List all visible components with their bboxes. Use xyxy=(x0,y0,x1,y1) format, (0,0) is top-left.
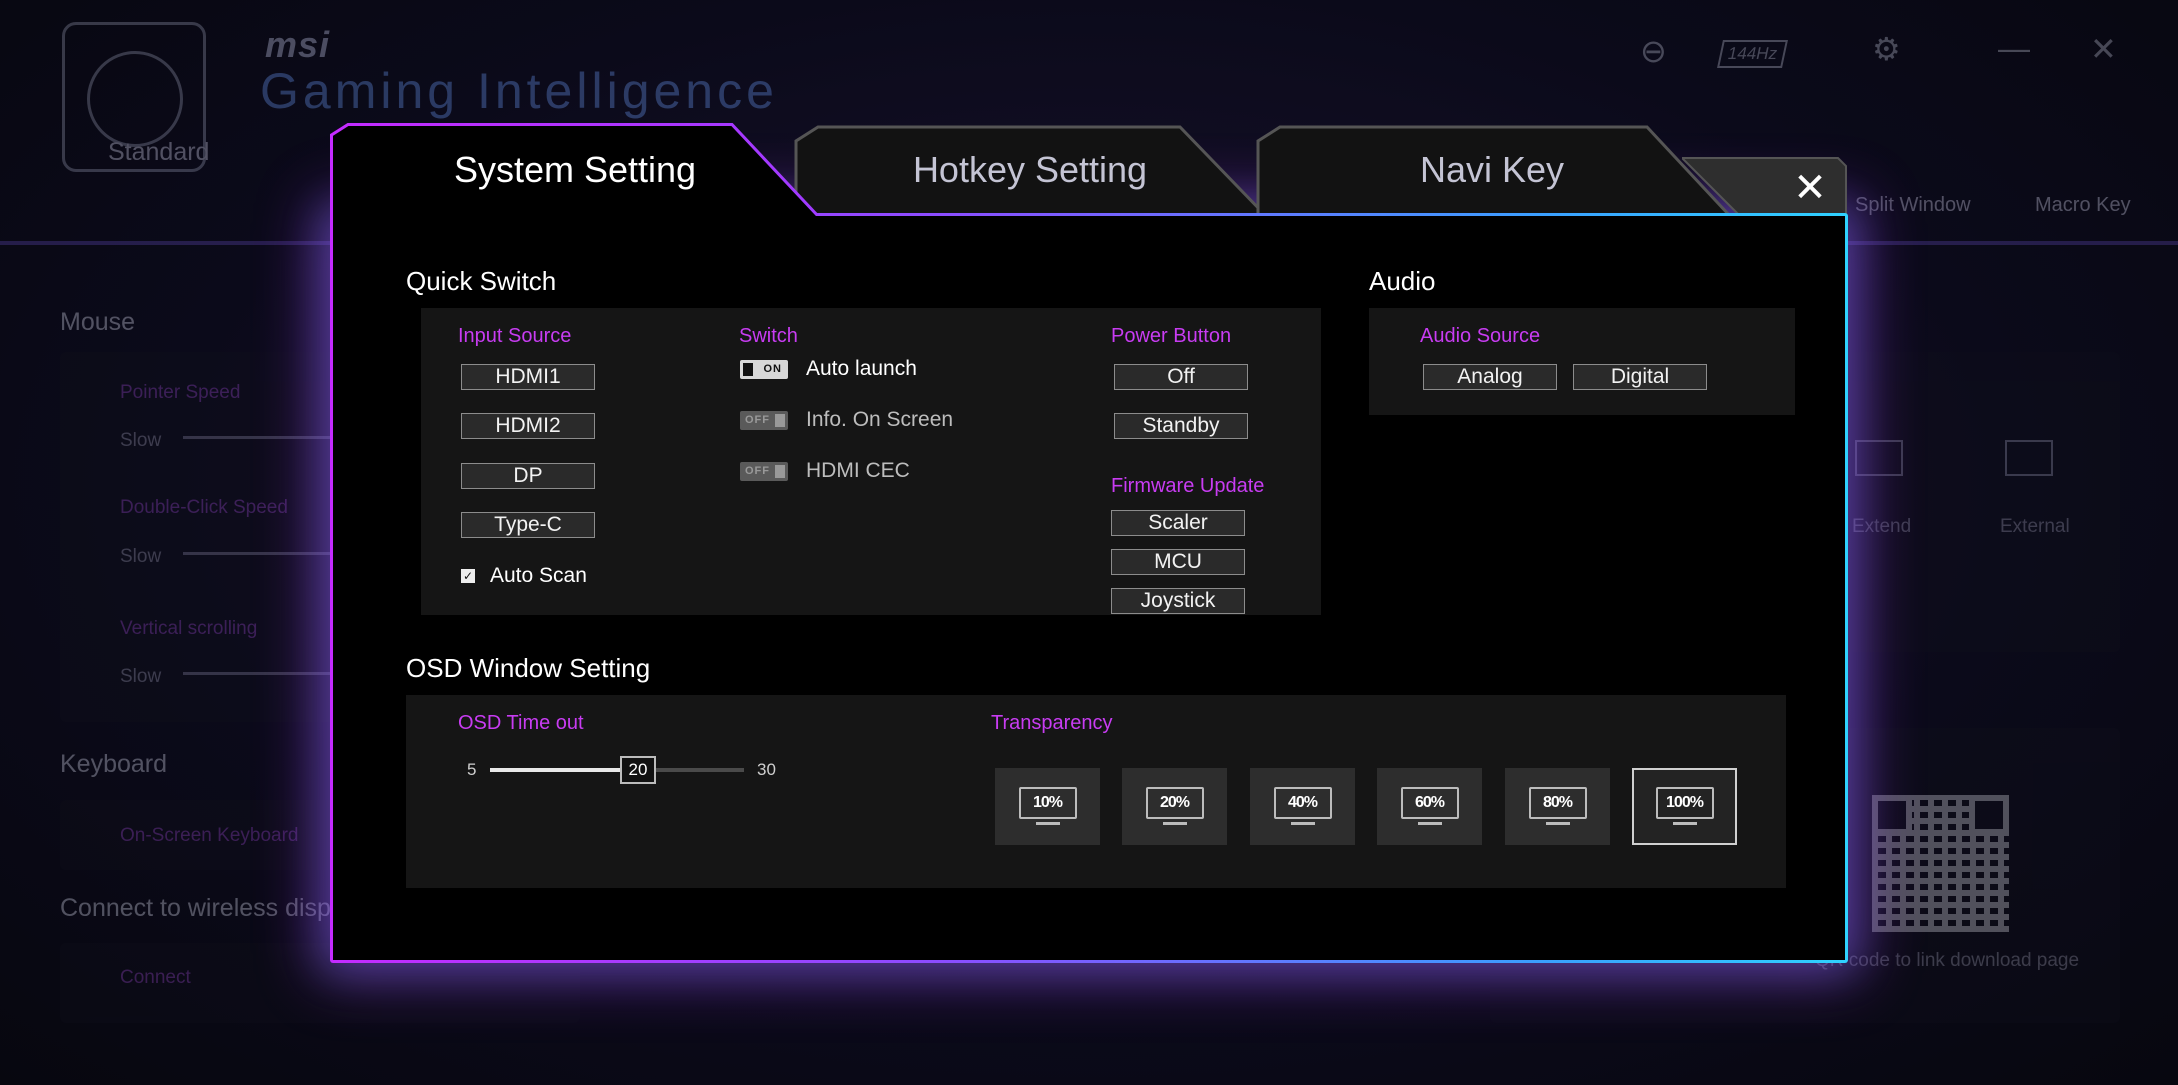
system-setting-dialog: Hotkey Setting Navi Key ✕ System Setting xyxy=(330,123,1848,963)
tab-navi-label: Navi Key xyxy=(1419,148,1565,190)
brand-logo: msi xyxy=(265,24,331,65)
firmware-update-label: Firmware Update xyxy=(1111,475,1265,497)
auto-scan-checkbox[interactable]: ✓ xyxy=(461,569,475,583)
close-app-icon[interactable]: ✕ xyxy=(2090,30,2117,68)
firmware-mcu-button[interactable]: MCU xyxy=(1111,549,1245,575)
qr-caption: QR code to link download page xyxy=(1815,950,2080,971)
external-label: External xyxy=(2000,516,2070,537)
tab-hotkey-label: Hotkey Setting xyxy=(912,148,1148,190)
auto-launch-toggle[interactable]: ON xyxy=(740,359,788,379)
monitor-icon: 80% xyxy=(1528,786,1587,827)
tab-hotkey-setting[interactable]: Hotkey Setting xyxy=(790,123,1270,216)
hdmi-cec-row: OFF HDMI CEC xyxy=(740,459,910,483)
input-source-label: Input Source xyxy=(458,325,572,347)
firmware-joystick-button[interactable]: Joystick xyxy=(1111,588,1245,614)
pointer-speed-slider[interactable] xyxy=(183,436,333,439)
extend-monitor-icon[interactable] xyxy=(1855,440,1903,476)
osd-timeout-thumb[interactable]: 20 xyxy=(620,756,656,784)
osd-window-title: OSD Window Setting xyxy=(406,653,651,683)
transparency-100-button[interactable]: 100% xyxy=(1632,768,1737,845)
close-icon[interactable]: ✕ xyxy=(1790,168,1830,208)
display-mode-panel xyxy=(1830,352,2120,652)
tab-standard[interactable]: Standard xyxy=(108,138,209,248)
vertical-scroll-slider[interactable] xyxy=(183,672,333,675)
auto-launch-row: ON Auto launch xyxy=(740,357,917,381)
refresh-rate-badge[interactable]: 144Hz xyxy=(1717,40,1789,68)
timeout-max-label: 30 xyxy=(757,760,776,779)
connect-label[interactable]: Connect xyxy=(120,967,191,989)
input-typec-button[interactable]: Type-C xyxy=(461,512,595,538)
slow-label: Slow xyxy=(120,430,162,451)
firmware-scaler-button[interactable]: Scaler xyxy=(1111,510,1245,536)
transparency-10-button[interactable]: 10% xyxy=(995,768,1100,845)
external-monitor-icon[interactable] xyxy=(2005,440,2053,476)
audio-digital-button[interactable]: Digital xyxy=(1573,364,1707,390)
quick-switch-title: Quick Switch xyxy=(406,266,557,296)
osd-timeout-label: OSD Time out xyxy=(458,712,584,734)
audio-title: Audio xyxy=(1369,266,1436,296)
tab-system-setting[interactable]: System Setting xyxy=(330,123,820,216)
keyboard-section-title: Keyboard xyxy=(60,750,168,778)
double-click-slider[interactable] xyxy=(183,552,333,555)
monitor-icon: 20% xyxy=(1145,786,1204,827)
transparency-20-button[interactable]: 20% xyxy=(1122,768,1227,845)
eye-icon[interactable]: ⊖ xyxy=(1640,32,1667,70)
info-on-screen-row: OFF Info. On Screen xyxy=(740,408,953,432)
audio-analog-button[interactable]: Analog xyxy=(1423,364,1557,390)
input-hdmi2-button[interactable]: HDMI2 xyxy=(461,413,595,439)
qr-code xyxy=(1872,795,2009,932)
info-on-screen-label: Info. On Screen xyxy=(806,408,954,431)
power-standby-button[interactable]: Standby xyxy=(1114,413,1248,439)
pointer-speed-label: Pointer Speed xyxy=(120,382,241,403)
hdmi-cec-toggle[interactable]: OFF xyxy=(740,461,788,481)
wireless-section-title: Connect to wireless disp xyxy=(60,894,331,922)
input-hdmi1-button[interactable]: HDMI1 xyxy=(461,364,595,390)
tab-navi-key[interactable]: Navi Key xyxy=(1252,123,1732,216)
double-click-label: Double-Click Speed xyxy=(120,497,288,518)
switch-label: Switch xyxy=(739,325,798,347)
timeout-min-label: 5 xyxy=(467,760,477,779)
osd-timeout-fill xyxy=(490,768,640,772)
transparency-40-button[interactable]: 40% xyxy=(1250,768,1355,845)
product-name: Gaming Intelligence xyxy=(260,63,778,119)
slow-label: Slow xyxy=(120,666,162,687)
osk-label[interactable]: On-Screen Keyboard xyxy=(120,825,299,847)
hdmi-cec-label: HDMI CEC xyxy=(806,459,910,482)
minimize-icon[interactable]: — xyxy=(1998,30,2030,67)
transparency-80-button[interactable]: 80% xyxy=(1505,768,1610,845)
monitor-icon: 40% xyxy=(1273,786,1332,827)
tab-system-label: System Setting xyxy=(453,148,697,190)
extend-label: Extend xyxy=(1852,516,1912,537)
mouse-section-title: Mouse xyxy=(60,308,136,336)
tab-macro-key[interactable]: Macro Key xyxy=(2035,194,2131,304)
tab-split-window[interactable]: Split Window xyxy=(1855,194,1971,304)
power-button-label: Power Button xyxy=(1111,325,1232,347)
vertical-scroll-label: Vertical scrolling xyxy=(120,618,258,639)
app-window: msi Gaming Intelligence ⊖ 144Hz ⚙ — ✕ St… xyxy=(0,0,2178,1085)
transparency-60-button[interactable]: 60% xyxy=(1377,768,1482,845)
auto-scan-label: Auto Scan xyxy=(490,564,587,587)
transparency-label: Transparency xyxy=(991,712,1113,734)
monitor-icon: 10% xyxy=(1018,786,1077,827)
audio-source-label: Audio Source xyxy=(1420,325,1541,347)
monitor-icon: 60% xyxy=(1400,786,1459,827)
info-on-screen-toggle[interactable]: OFF xyxy=(740,410,788,430)
gear-icon[interactable]: ⚙ xyxy=(1872,30,1901,68)
auto-launch-label: Auto launch xyxy=(806,357,917,380)
slow-label: Slow xyxy=(120,546,162,567)
power-off-button[interactable]: Off xyxy=(1114,364,1248,390)
input-dp-button[interactable]: DP xyxy=(461,463,595,489)
monitor-icon: 100% xyxy=(1655,786,1714,827)
